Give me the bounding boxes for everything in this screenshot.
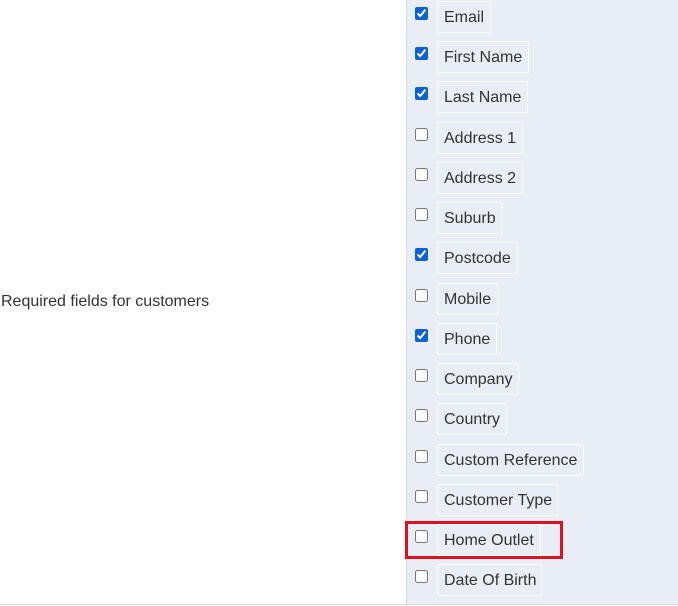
date-of-birth-checkbox[interactable] [415, 570, 428, 583]
address-2-checkbox[interactable] [415, 168, 428, 181]
date-of-birth-checkbox-label[interactable]: Date Of Birth [437, 564, 544, 596]
suburb-checkbox-label[interactable]: Suburb [437, 202, 503, 234]
checkbox-list: Email First Name Last Name Address 1 Add… [406, 0, 678, 604]
checkbox-item-suburb[interactable]: Suburb [407, 202, 678, 236]
checkbox-item-address-2[interactable]: Address 2 [407, 162, 678, 196]
custom-reference-checkbox-label[interactable]: Custom Reference [437, 444, 585, 476]
mobile-checkbox-label[interactable]: Mobile [437, 283, 499, 315]
checkbox-item-postcode[interactable]: Postcode [407, 242, 678, 276]
checkbox-item-email[interactable]: Email [407, 1, 678, 35]
customer-type-checkbox-label[interactable]: Customer Type [437, 484, 560, 516]
country-checkbox[interactable] [415, 409, 428, 422]
checkbox-item-country[interactable]: Country [407, 403, 678, 437]
email-checkbox-label[interactable]: Email [437, 1, 492, 33]
first-name-checkbox[interactable] [415, 47, 428, 60]
checkbox-item-customer-type[interactable]: Customer Type [407, 484, 678, 518]
checkbox-item-last-name[interactable]: Last Name [407, 81, 678, 115]
checkbox-item-home-outlet[interactable]: Home Outlet [407, 524, 678, 558]
phone-checkbox[interactable] [415, 329, 428, 342]
home-outlet-checkbox[interactable] [415, 530, 428, 543]
checkbox-item-first-name[interactable]: First Name [407, 41, 678, 75]
checkbox-item-date-of-birth[interactable]: Date Of Birth [407, 564, 678, 598]
required-fields-row: Required fields for customers Email Firs… [0, 0, 678, 605]
email-checkbox[interactable] [415, 7, 428, 20]
last-name-checkbox-label[interactable]: Last Name [437, 81, 529, 113]
address-1-checkbox[interactable] [415, 128, 428, 141]
checkbox-item-address-1[interactable]: Address 1 [407, 122, 678, 156]
custom-reference-checkbox[interactable] [415, 450, 428, 463]
required-fields-label: Required fields for customers [1, 293, 210, 310]
checkbox-item-custom-reference[interactable]: Custom Reference [407, 444, 678, 478]
suburb-checkbox[interactable] [415, 208, 428, 221]
phone-checkbox-label[interactable]: Phone [437, 323, 498, 355]
country-checkbox-label[interactable]: Country [437, 403, 508, 435]
checkbox-item-phone[interactable]: Phone [407, 323, 678, 357]
company-checkbox-label[interactable]: Company [437, 363, 520, 395]
field-label-column: Required fields for customers [0, 0, 406, 604]
checkbox-item-company[interactable]: Company [407, 363, 678, 397]
company-checkbox[interactable] [415, 369, 428, 382]
home-outlet-checkbox-label[interactable]: Home Outlet [437, 524, 541, 556]
postcode-checkbox[interactable] [415, 248, 428, 261]
postcode-checkbox-label[interactable]: Postcode [437, 242, 518, 274]
last-name-checkbox[interactable] [415, 87, 428, 100]
customer-type-checkbox[interactable] [415, 490, 428, 503]
address-2-checkbox-label[interactable]: Address 2 [437, 162, 524, 194]
address-1-checkbox-label[interactable]: Address 1 [437, 122, 524, 154]
first-name-checkbox-label[interactable]: First Name [437, 41, 530, 73]
mobile-checkbox[interactable] [415, 289, 428, 302]
checkbox-item-mobile[interactable]: Mobile [407, 283, 678, 317]
